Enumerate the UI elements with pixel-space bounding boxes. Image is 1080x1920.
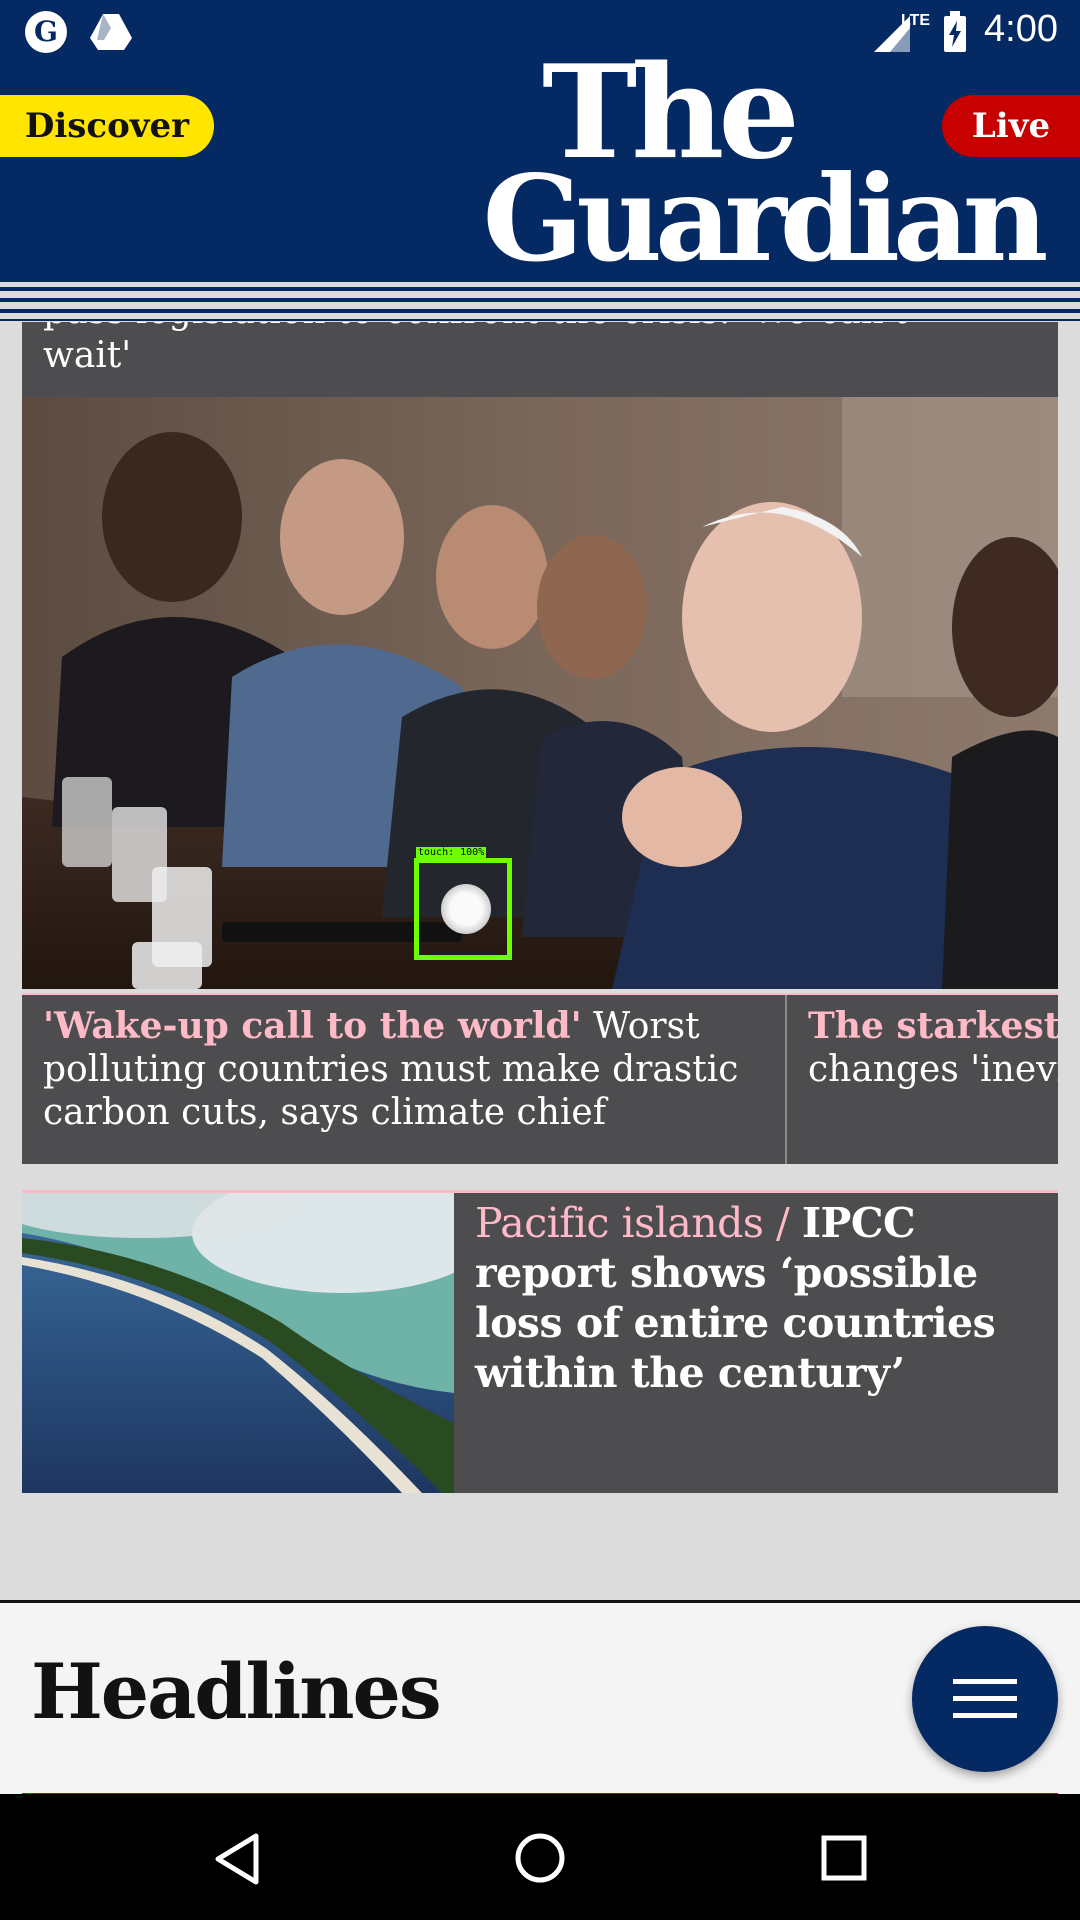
story-headline-text: changes 'inevita [808, 1049, 1058, 1090]
carousel-divider [785, 995, 787, 1164]
logo-line-2: Guardian [482, 149, 1049, 289]
story-kicker: 'Wake-up call to the world' [43, 1005, 582, 1047]
status-bar: G LTE 4:00 [0, 0, 1080, 64]
back-icon[interactable] [212, 1832, 262, 1886]
recents-icon[interactable] [820, 1834, 868, 1882]
header-rule [0, 309, 1080, 313]
story-kicker: Pacific islands / [475, 1199, 802, 1247]
svg-text:G: G [34, 15, 58, 48]
story-card-top[interactable]: pass legislation to confront the crisis:… [22, 322, 1058, 397]
pacific-atoll-photo [22, 1193, 454, 1493]
cabinet-meeting-photo[interactable] [22, 397, 1058, 989]
story-kicker: The starkest w [808, 1005, 1058, 1047]
signal-icon [874, 16, 910, 52]
story-headline-b[interactable]: The starkest wchanges 'inevita [808, 1005, 1058, 1091]
guardian-notification-icon: G [25, 11, 67, 53]
section-title: Headlines [31, 1647, 442, 1736]
hamburger-menu-icon [953, 1679, 1017, 1718]
menu-fab-button[interactable] [912, 1626, 1058, 1772]
header-rule [0, 298, 1080, 302]
discover-button[interactable]: Discover [0, 95, 214, 157]
story-trail-text: pass legislation to confront the crisis:… [43, 322, 908, 376]
header-rule [0, 287, 1080, 291]
battery-charging-icon [944, 11, 966, 52]
header-rule [0, 319, 1080, 321]
touch-label: touch: 100% [416, 847, 487, 858]
guardian-logo[interactable]: The Guardian [482, 49, 1049, 289]
story-card-pacific[interactable]: Pacific islands / IPCC report shows ‘pos… [22, 1190, 1058, 1493]
home-icon[interactable] [514, 1832, 566, 1884]
touch-bounding-box [414, 858, 512, 960]
clock: 4:00 [984, 8, 1058, 50]
app-header: G LTE 4:00 Discover Live The Guardian [0, 0, 1080, 282]
story-headline-a[interactable]: 'Wake-up call to the world' Worst pollut… [43, 1005, 783, 1134]
story-carousel: 'Wake-up call to the world' Worst pollut… [22, 993, 1058, 1164]
drive-icon [90, 14, 132, 50]
system-nav-bar [0, 1794, 1080, 1920]
story-headline-c[interactable]: Pacific islands / IPCC report shows ‘pos… [475, 1198, 1045, 1398]
